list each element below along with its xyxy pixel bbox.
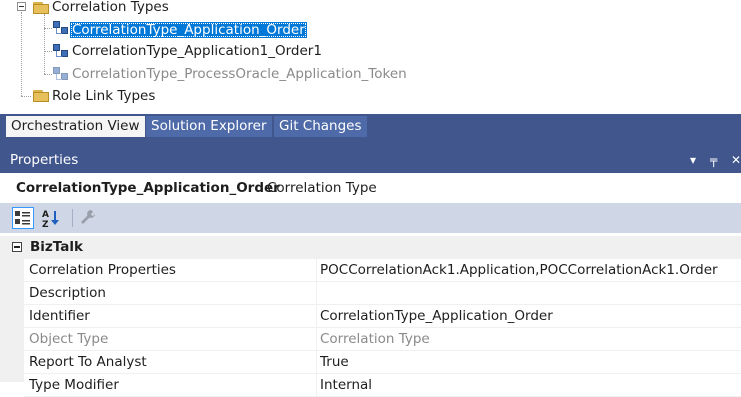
property-value[interactable]: True bbox=[320, 351, 349, 374]
category-biztalk[interactable]: BizTalk bbox=[0, 236, 741, 259]
properties-toolbar: A Z bbox=[0, 203, 741, 233]
grid-margin bbox=[0, 259, 24, 382]
property-value[interactable]: Internal bbox=[320, 374, 372, 397]
column-divider bbox=[316, 259, 317, 282]
tab-orchestration-view[interactable]: Orchestration View bbox=[6, 116, 145, 137]
property-row-object-type[interactable]: Object Type Correlation Type bbox=[24, 328, 741, 351]
property-row-description[interactable]: Description bbox=[24, 282, 741, 305]
property-row-identifier[interactable]: Identifier CorrelationType_Application_O… bbox=[24, 305, 741, 328]
toolbar-separator bbox=[72, 209, 73, 227]
collapse-icon[interactable] bbox=[12, 242, 22, 252]
column-divider bbox=[316, 351, 317, 374]
tree-folder-correlation-types[interactable]: Correlation Types bbox=[52, 0, 169, 17]
folder-icon bbox=[33, 90, 49, 102]
property-name: Type Modifier bbox=[29, 377, 119, 393]
property-row-report-to-analyst[interactable]: Report To Analyst True bbox=[24, 351, 741, 374]
property-name: Report To Analyst bbox=[29, 354, 147, 370]
svg-text:A: A bbox=[42, 210, 49, 220]
property-name: Description bbox=[29, 285, 106, 301]
categorized-icon bbox=[15, 211, 30, 225]
pin-icon[interactable]: ╤ bbox=[710, 147, 717, 173]
tree-connector bbox=[21, 96, 31, 97]
category-label: BizTalk bbox=[30, 239, 83, 255]
property-name: Object Type bbox=[29, 331, 109, 347]
orchestration-tree: Correlation Types CorrelationType_Applic… bbox=[0, 0, 741, 114]
property-name: Identifier bbox=[29, 308, 90, 324]
dropdown-icon[interactable]: ▾ bbox=[690, 147, 696, 173]
property-name: Correlation Properties bbox=[29, 262, 176, 278]
alphabetical-button[interactable]: A Z bbox=[40, 207, 62, 230]
tool-window-tabs: Orchestration View Solution Explorer Git… bbox=[0, 114, 741, 137]
property-grid: BizTalk Correlation Properties POCCorrel… bbox=[0, 236, 741, 397]
correlation-type-icon bbox=[53, 21, 69, 37]
tree-item-label: CorrelationType_Application1_Order1 bbox=[72, 43, 322, 59]
properties-title-bar[interactable]: Properties ▾ ╤ ✕ bbox=[0, 147, 741, 173]
column-divider bbox=[316, 305, 317, 328]
categorized-button[interactable] bbox=[12, 207, 34, 229]
correlation-type-icon bbox=[53, 67, 69, 83]
tree-item-correlation-type-application1-order1[interactable]: CorrelationType_Application1_Order1 bbox=[70, 41, 324, 61]
column-divider bbox=[316, 282, 317, 305]
wrench-icon bbox=[81, 210, 95, 224]
tree-connector bbox=[21, 12, 22, 96]
object-selector[interactable]: CorrelationType_Application_Order Correl… bbox=[0, 173, 741, 203]
property-value: Correlation Type bbox=[320, 331, 430, 347]
folder-open-icon bbox=[33, 2, 49, 14]
column-divider bbox=[316, 374, 317, 397]
correlation-type-icon bbox=[53, 44, 69, 60]
property-row-type-modifier[interactable]: Type Modifier Internal bbox=[24, 374, 741, 397]
close-icon[interactable]: ✕ bbox=[731, 147, 741, 173]
collapse-icon[interactable] bbox=[17, 2, 26, 11]
tree-connector bbox=[44, 28, 52, 29]
alphabetical-icon: A Z bbox=[42, 210, 59, 230]
panel-separator bbox=[0, 137, 741, 147]
tree-connector bbox=[44, 74, 52, 75]
column-divider bbox=[316, 328, 317, 351]
tab-solution-explorer[interactable]: Solution Explorer bbox=[146, 116, 272, 137]
tree-item-label: CorrelationType_ProcessOracle_Applicatio… bbox=[72, 66, 407, 82]
tab-git-changes[interactable]: Git Changes bbox=[274, 116, 367, 137]
tree-item-label: CorrelationType_Application_Order bbox=[70, 22, 307, 38]
properties-title: Properties bbox=[10, 152, 79, 168]
tree-connector bbox=[44, 14, 45, 74]
tree-item-correlation-type-processoracle-application-token[interactable]: CorrelationType_ProcessOracle_Applicatio… bbox=[70, 64, 409, 84]
svg-text:Z: Z bbox=[42, 220, 49, 229]
property-value[interactable]: POCCorrelationAck1.Application,POCCorrel… bbox=[320, 259, 718, 282]
tree-connector bbox=[44, 51, 52, 52]
tree-folder-label: Role Link Types bbox=[52, 88, 156, 104]
tree-folder-role-link-types[interactable]: Role Link Types bbox=[52, 86, 155, 106]
property-value[interactable]: CorrelationType_Application_Order bbox=[320, 305, 553, 328]
object-type: Correlation Type bbox=[267, 180, 377, 196]
property-pages-button[interactable] bbox=[78, 207, 100, 229]
tree-item-correlation-type-application-order[interactable]: CorrelationType_Application_Order bbox=[70, 20, 307, 40]
object-name: CorrelationType_Application_Order bbox=[16, 180, 280, 196]
property-row-correlation-properties[interactable]: Correlation Properties POCCorrelationAck… bbox=[24, 259, 741, 282]
tree-folder-label: Correlation Types bbox=[52, 0, 169, 15]
